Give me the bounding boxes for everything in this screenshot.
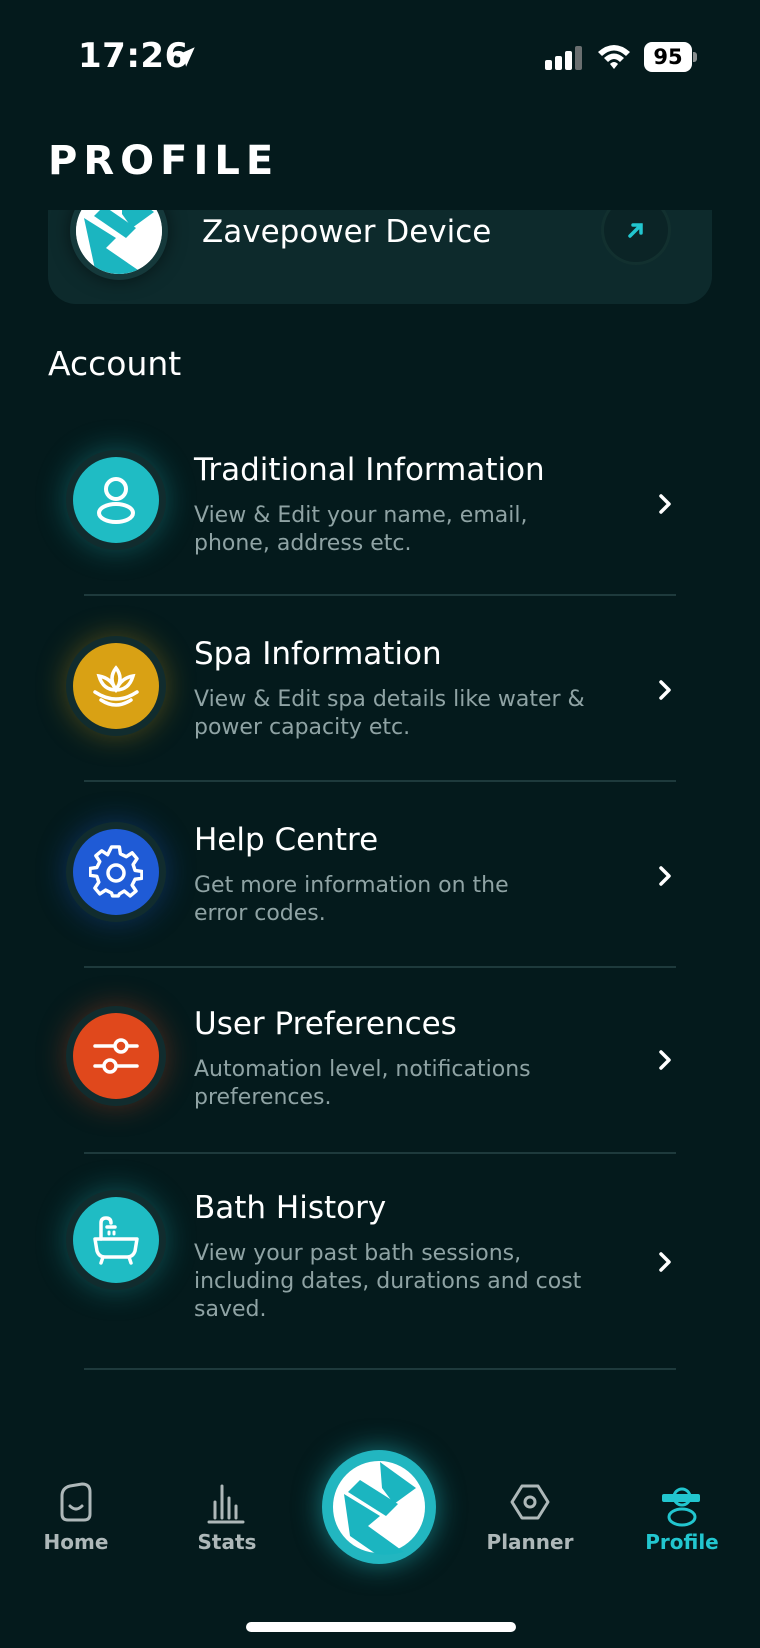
- home-indicator: [246, 1622, 516, 1632]
- menu-item-description: Get more information on the error codes.: [194, 872, 614, 928]
- lotus-icon: [73, 643, 159, 729]
- description-line: Get more information on the: [194, 873, 509, 898]
- zavepower-center-button[interactable]: [322, 1450, 436, 1564]
- description-line: View & Edit spa details like water &: [194, 687, 585, 712]
- menu-icon-frame: [66, 1006, 166, 1106]
- description-line: Automation level, notifications: [194, 1057, 531, 1082]
- tab-home[interactable]: Home: [16, 1480, 136, 1554]
- menu-item-title: Traditional Information: [194, 452, 545, 488]
- menu-item-description: Automation level, notifications preferen…: [194, 1056, 614, 1112]
- menu-item-bath-history[interactable]: Bath History View your past bath session…: [0, 1154, 760, 1370]
- menu-item-title: Help Centre: [194, 822, 379, 858]
- bathtub-icon: [73, 1197, 159, 1283]
- menu-icon-frame: [66, 450, 166, 550]
- menu-item-title: User Preferences: [194, 1006, 457, 1042]
- description-line: View & Edit your name, email,: [194, 503, 528, 528]
- device-card[interactable]: Zavepower Device: [48, 210, 712, 304]
- status-bar: 17:26 95: [0, 0, 760, 110]
- bar-chart-icon: [207, 1484, 245, 1524]
- cellular-signal-icon: [545, 46, 582, 70]
- tab-stats[interactable]: Stats: [167, 1480, 287, 1554]
- chevron-right-icon: [659, 680, 671, 700]
- battery-level: 95: [644, 42, 692, 72]
- open-device-button[interactable]: [604, 210, 668, 262]
- page-title: PROFILE: [48, 138, 280, 184]
- arrow-up-right-icon: [628, 223, 643, 238]
- description-line: preferences.: [194, 1085, 332, 1110]
- chevron-right-icon: [659, 1050, 671, 1070]
- zavepower-logo-icon: [70, 210, 168, 280]
- battery-indicator: 95: [644, 42, 697, 72]
- description-line: phone, address etc.: [194, 531, 412, 556]
- description-line: power capacity etc.: [194, 715, 411, 740]
- menu-item-title: Spa Information: [194, 636, 442, 672]
- menu-icon-frame: [66, 636, 166, 736]
- zavepower-logo-icon: [333, 1461, 425, 1555]
- description-line: saved.: [194, 1297, 267, 1322]
- tab-planner[interactable]: Planner: [470, 1480, 590, 1554]
- menu-icon-frame: [66, 1190, 166, 1290]
- user-icon: [667, 1487, 697, 1527]
- user-icon: [73, 457, 159, 543]
- menu-item-description: View your past bath sessions, including …: [194, 1240, 634, 1324]
- menu-item-help-centre[interactable]: Help Centre Get more information on the …: [0, 782, 760, 968]
- tab-profile[interactable]: Profile: [622, 1480, 742, 1554]
- menu-item-spa-information[interactable]: Spa Information View & Edit spa details …: [0, 596, 760, 782]
- account-section-label: Account: [48, 344, 182, 383]
- sliders-icon: [73, 1013, 159, 1099]
- device-name: Zavepower Device: [202, 214, 492, 250]
- description-line: View your past bath sessions,: [194, 1241, 522, 1266]
- hexagon-icon: [510, 1484, 550, 1520]
- menu-item-user-preferences[interactable]: User Preferences Automation level, notif…: [0, 968, 760, 1154]
- battery-tip: [693, 52, 697, 62]
- home-icon: [60, 1482, 92, 1522]
- menu-item-title: Bath History: [194, 1190, 387, 1226]
- menu-icon-frame: [66, 822, 166, 922]
- chevron-right-icon: [659, 494, 671, 514]
- gear-icon: [73, 829, 159, 915]
- menu-item-traditional-information[interactable]: Traditional Information View & Edit your…: [0, 420, 760, 596]
- tab-label: Home: [43, 1530, 109, 1554]
- tab-label: Planner: [486, 1530, 574, 1554]
- menu-item-description: View & Edit spa details like water & pow…: [194, 686, 614, 742]
- description-line: including dates, durations and cost: [194, 1269, 582, 1294]
- chevron-right-icon: [659, 1252, 671, 1272]
- location-arrow-icon: [175, 47, 195, 67]
- divider: [84, 1368, 676, 1370]
- chevron-right-icon: [659, 866, 671, 886]
- bottom-tab-bar: Home Stats Planner Profile: [0, 1420, 760, 1648]
- tab-label: Stats: [197, 1530, 257, 1554]
- menu-item-description: View & Edit your name, email, phone, add…: [194, 502, 614, 558]
- tab-label: Profile: [645, 1530, 719, 1554]
- wifi-icon: [598, 45, 630, 69]
- description-line: error codes.: [194, 901, 326, 926]
